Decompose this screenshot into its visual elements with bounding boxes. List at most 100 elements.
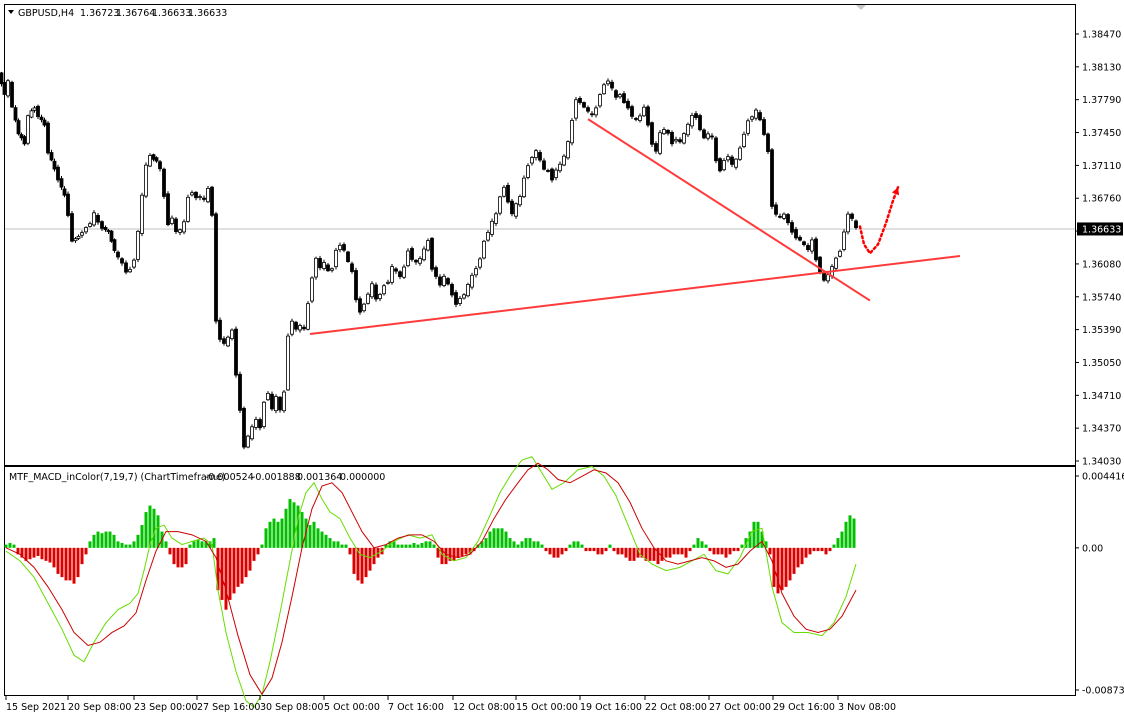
histogram-bar-positive	[8, 542, 12, 548]
histogram-bar-positive	[116, 541, 120, 548]
indicator-value-1: -0.000524	[205, 472, 254, 483]
bear-candle	[646, 106, 650, 126]
histogram-bar-negative	[816, 547, 820, 552]
bull-candle	[32, 107, 37, 111]
time-axis[interactable]: 15 Sep 2021 20 Sep 08:00 23 Sep 00:00 27 Se…	[5, 696, 896, 713]
price-axis[interactable]: 1.38470 1.38130 1.37790 1.37450 1.37110 1.367…	[1075, 30, 1123, 468]
bear-candle	[438, 276, 442, 286]
time-tick-label: 29 Oct 16:00	[773, 702, 835, 713]
bear-candle	[758, 112, 762, 121]
histogram-bar-positive	[752, 521, 756, 548]
bear-candle	[654, 143, 658, 152]
histogram-bar-positive	[528, 538, 532, 548]
time-tick-label: 30 Sep 08:00	[260, 702, 323, 713]
histogram-bar-positive	[308, 525, 312, 548]
trendline[interactable]	[587, 118, 871, 302]
histogram-bar-negative	[776, 547, 780, 594]
bear-candle	[242, 407, 246, 448]
trading-chart[interactable]: 1.38470 1.38130 1.37790 1.37450 1.37110 1.367…	[0, 0, 1124, 720]
histogram-bar-positive	[212, 538, 216, 548]
bull-candle	[490, 220, 494, 235]
bull-candle	[690, 114, 694, 127]
bull-candle	[286, 335, 290, 391]
bear-candle	[214, 213, 218, 322]
bull-candle	[682, 133, 686, 144]
bull-candle	[838, 250, 842, 257]
bull-candle	[442, 275, 446, 286]
histogram-bar-positive	[700, 541, 704, 548]
bear-candle	[714, 137, 718, 162]
symbol-dropdown-icon[interactable]	[8, 10, 14, 14]
bear-candle	[542, 160, 546, 170]
bull-candle	[182, 221, 186, 233]
bear-candle	[374, 284, 378, 300]
histogram-bar-negative	[456, 547, 460, 558]
indicator-axis[interactable]: 0.004416 0.00 -0.008737	[1075, 472, 1124, 697]
histogram-bar-positive	[576, 541, 580, 548]
bear-candle	[710, 135, 714, 138]
time-tick-label: 7 Oct 16:00	[388, 702, 444, 713]
bear-candle	[222, 338, 226, 344]
bear-candle	[550, 168, 554, 181]
histogram-bar-positive	[128, 544, 132, 548]
bear-candle	[70, 213, 74, 242]
bear-candle	[694, 113, 698, 119]
histogram-bar-positive	[340, 544, 344, 548]
bull-candle	[266, 392, 270, 401]
bear-candle	[854, 220, 858, 229]
bear-candle	[49, 152, 54, 161]
price-tick-label: 1.38470	[1082, 30, 1121, 41]
histogram-bar-positive	[484, 538, 488, 548]
bear-candle	[52, 160, 57, 170]
bear-candle	[103, 227, 108, 231]
chart-shift-marker-icon[interactable]	[856, 5, 866, 10]
histogram-bar-positive	[144, 512, 148, 548]
histogram-bar-positive	[840, 531, 844, 548]
histogram-bar-positive	[156, 515, 160, 548]
bear-candle	[109, 230, 114, 242]
histogram-bar-negative	[716, 547, 720, 555]
bear-candle	[326, 264, 330, 272]
trendlines[interactable]	[309, 118, 961, 335]
histogram-bar-negative	[812, 547, 816, 552]
time-tick-label: 27 Sep 16:00	[197, 702, 260, 713]
bear-candle	[702, 129, 706, 139]
histogram-bar-negative	[84, 547, 88, 555]
histogram-bar-negative	[792, 547, 796, 574]
histogram-bar-negative	[828, 547, 832, 552]
histogram-bar-negative	[52, 547, 56, 568]
histogram-bar-negative	[544, 547, 548, 552]
histogram-bar-negative	[788, 547, 792, 581]
price-tick-label: 1.36080	[1082, 259, 1121, 270]
bull-candle	[362, 303, 366, 312]
bull-candle	[148, 155, 152, 167]
histogram-bar-negative	[584, 547, 588, 552]
histogram-bar-negative	[768, 547, 772, 555]
histogram-bar-positive	[516, 544, 520, 548]
bull-candle	[570, 120, 574, 144]
histogram-bar-negative	[728, 547, 732, 555]
histogram-bar-positive	[200, 541, 204, 548]
bear-candle	[446, 278, 450, 285]
bull-candle	[370, 283, 374, 298]
bear-candle	[434, 267, 438, 277]
histogram-bar-negative	[680, 547, 684, 555]
histogram-bar-positive	[400, 544, 404, 548]
histogram-bar-positive	[196, 539, 200, 548]
bull-candle	[322, 262, 326, 269]
histogram-bar-positive	[132, 541, 136, 548]
bear-candle	[258, 419, 262, 429]
bull-candle	[518, 196, 522, 206]
histogram-bar-negative	[588, 547, 592, 552]
histogram-bar-positive	[136, 534, 140, 548]
histogram-bar-negative	[780, 547, 784, 591]
histogram-bar-negative	[224, 547, 228, 610]
bear-candle	[218, 319, 222, 340]
bull-candle	[88, 223, 92, 227]
bull-candle	[76, 236, 81, 239]
bear-candle	[806, 245, 810, 251]
bull-candle	[80, 232, 84, 236]
bull-candle	[562, 155, 566, 166]
bear-candle	[586, 107, 590, 112]
bull-candle	[618, 94, 622, 98]
